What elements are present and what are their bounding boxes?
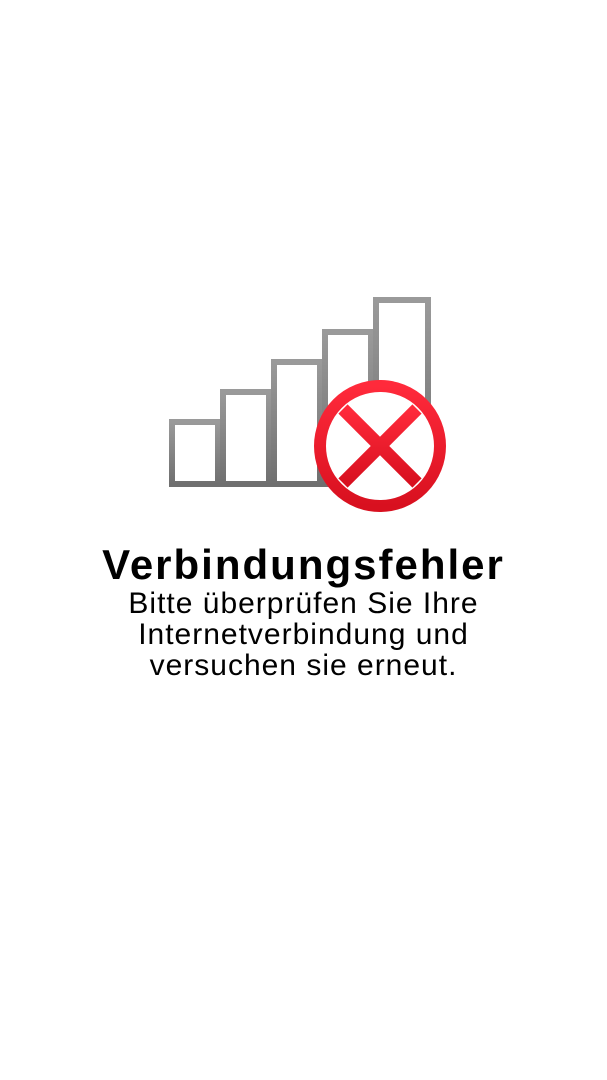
signal-bar-1 <box>169 419 221 487</box>
error-message: Bitte überprüfen Sie Ihre Internetverbin… <box>128 587 479 682</box>
signal-bar-3 <box>271 359 323 487</box>
signal-bar-2 <box>220 389 272 487</box>
error-x-icon <box>314 380 446 512</box>
error-title: Verbindungsfehler <box>102 541 505 588</box>
connection-error-screen: Verbindungsfehler Bitte überprüfen Sie I… <box>0 0 607 1080</box>
no-signal-error-icon <box>169 297 446 512</box>
